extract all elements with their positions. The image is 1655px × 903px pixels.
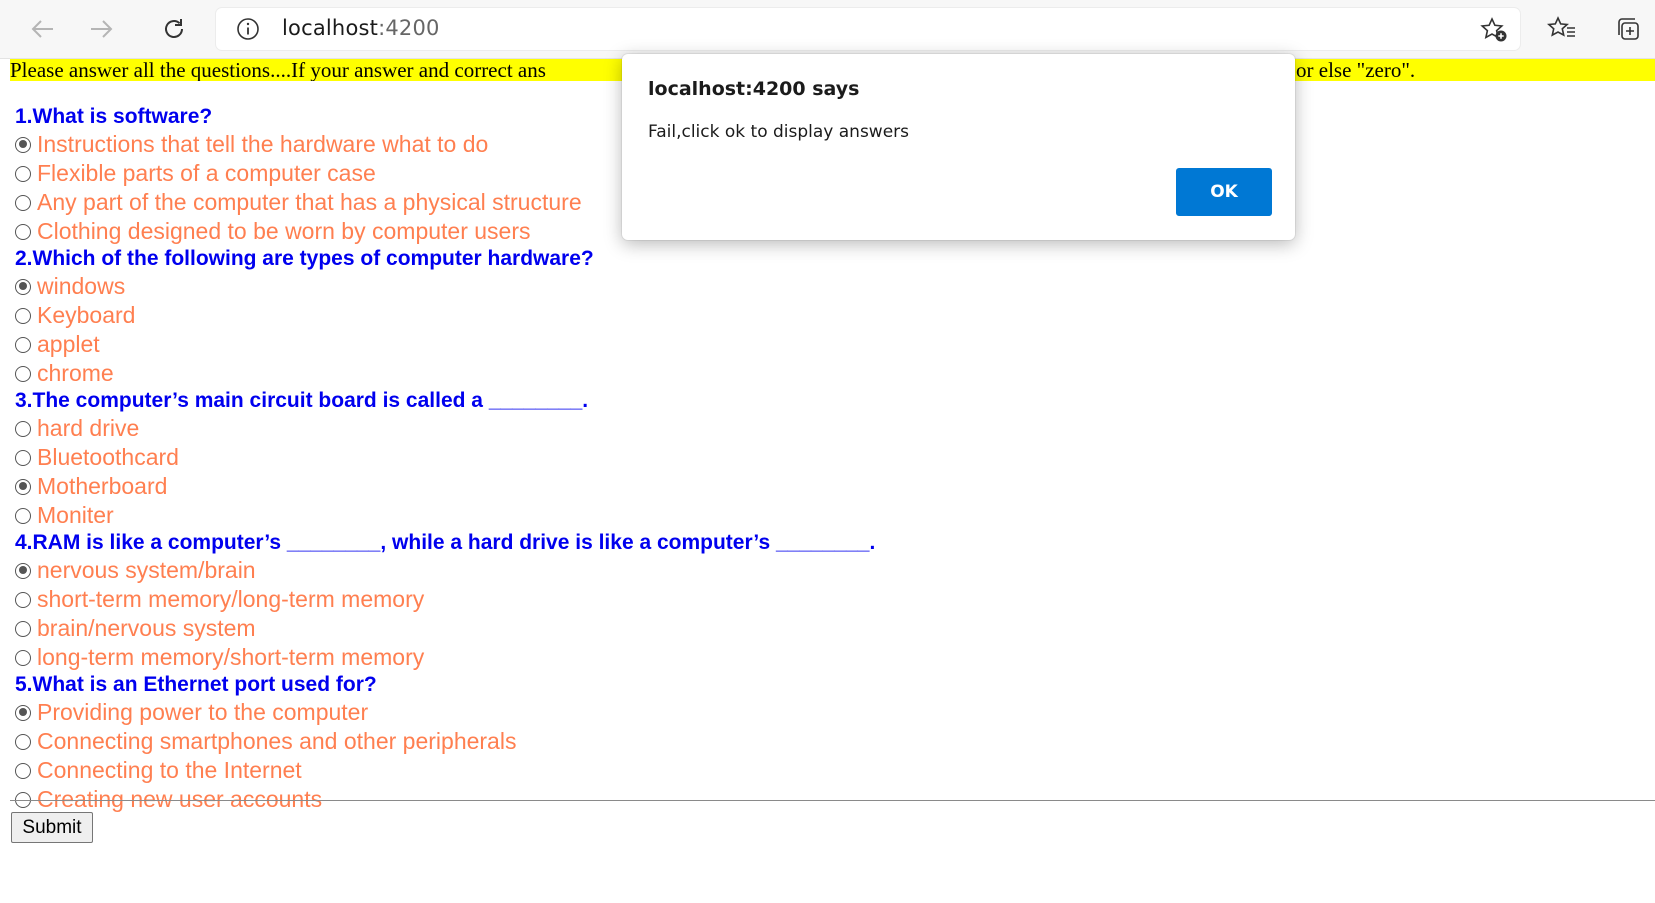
answer-option[interactable]: Connecting smartphones and other periphe… [15,727,875,756]
answer-label[interactable]: Providing power to the computer [37,699,368,726]
answer-option[interactable]: short-term memory/long-term memory [15,585,875,614]
answer-option[interactable]: nervous system/brain [15,556,875,585]
answer-option[interactable]: windows [15,272,875,301]
url-port: :4200 [378,16,440,40]
answer-label[interactable]: hard drive [37,415,139,442]
answer-option[interactable]: Motherboard [15,472,875,501]
answer-label[interactable]: long-term memory/short-term memory [37,644,424,671]
alert-dialog: localhost:4200 says Fail,click ok to dis… [622,54,1295,240]
back-arrow-icon[interactable] [24,12,60,46]
banner-text-right: or else "zero". [1296,59,1416,81]
answer-option[interactable]: long-term memory/short-term memory [15,643,875,672]
answer-label[interactable]: Connecting to the Internet [37,757,302,784]
question-text: 2.Which of the following are types of co… [15,247,594,270]
radio-checked-icon[interactable] [15,704,31,721]
address-bar[interactable]: localhost:4200 [216,8,1520,50]
answer-label[interactable]: chrome [37,360,114,387]
answer-option[interactable]: hard drive [15,414,875,443]
answer-label[interactable]: Bluetoothcard [37,444,179,471]
radio-checked-icon[interactable] [15,562,31,579]
answer-label[interactable]: nervous system/brain [37,557,256,584]
radio-unchecked-icon[interactable] [15,223,31,240]
favorites-icon[interactable] [1544,12,1580,46]
radio-checked-icon[interactable] [15,136,31,153]
radio-unchecked-icon[interactable] [15,762,31,779]
answer-label[interactable]: applet [37,331,100,358]
browser-toolbar: localhost:4200 [0,0,1655,59]
dialog-title: localhost:4200 says [648,78,860,100]
banner-text-left: Please answer all the questions....If yo… [10,59,546,81]
question-text: 4.RAM is like a computer’s ________, whi… [15,531,876,554]
answer-label[interactable]: short-term memory/long-term memory [37,586,424,613]
answer-label[interactable]: Any part of the computer that has a phys… [37,189,582,216]
ok-button[interactable]: OK [1176,168,1272,216]
add-favorite-icon[interactable] [1480,17,1508,48]
answer-option[interactable]: chrome [15,359,875,388]
answer-label[interactable]: Flexible parts of a computer case [37,160,376,187]
answer-option[interactable]: Keyboard [15,301,875,330]
answer-label[interactable]: Connecting smartphones and other periphe… [37,728,516,755]
url-text: localhost:4200 [282,16,440,40]
answer-option[interactable]: applet [15,330,875,359]
divider [10,800,1655,801]
radio-unchecked-icon[interactable] [15,194,31,211]
radio-unchecked-icon[interactable] [15,336,31,353]
radio-unchecked-icon[interactable] [15,307,31,324]
radio-unchecked-icon[interactable] [15,365,31,382]
answer-label[interactable]: Moniter [37,502,114,529]
answer-option[interactable]: Providing power to the computer [15,698,875,727]
answer-label[interactable]: Instructions that tell the hardware what… [37,131,488,158]
url-host: localhost [282,16,379,40]
refresh-icon[interactable] [156,12,192,46]
radio-checked-icon[interactable] [15,478,31,495]
radio-unchecked-icon[interactable] [15,449,31,466]
question-text: 5.What is an Ethernet port used for? [15,673,377,696]
answer-option[interactable]: Moniter [15,501,875,530]
radio-unchecked-icon[interactable] [15,165,31,182]
radio-unchecked-icon[interactable] [15,620,31,637]
answer-option[interactable]: Bluetoothcard [15,443,875,472]
answer-label[interactable]: Keyboard [37,302,135,329]
dialog-message: Fail,click ok to display answers [648,122,910,142]
radio-unchecked-icon[interactable] [15,420,31,437]
radio-unchecked-icon[interactable] [15,733,31,750]
radio-unchecked-icon[interactable] [15,591,31,608]
submit-button[interactable]: Submit [11,812,93,843]
radio-checked-icon[interactable] [15,278,31,295]
forward-arrow-icon[interactable] [84,12,120,46]
answer-label[interactable]: brain/nervous system [37,615,256,642]
radio-unchecked-icon[interactable] [15,649,31,666]
collections-icon[interactable] [1610,12,1646,46]
question-text: 3.The computer’s main circuit board is c… [15,389,589,412]
answer-label[interactable]: windows [37,273,125,300]
info-icon[interactable] [236,17,260,46]
answer-label[interactable]: Motherboard [37,473,167,500]
answer-option[interactable]: Connecting to the Internet [15,756,875,785]
answer-label[interactable]: Clothing designed to be worn by computer… [37,218,531,245]
radio-unchecked-icon[interactable] [15,507,31,524]
answer-option[interactable]: brain/nervous system [15,614,875,643]
